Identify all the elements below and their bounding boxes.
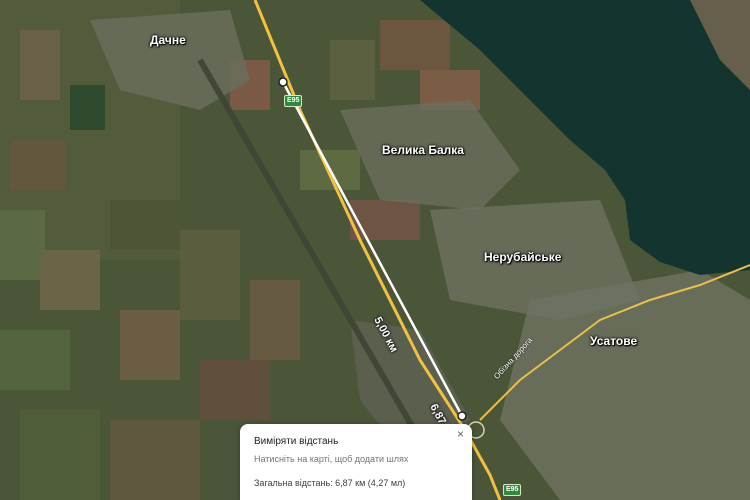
measure-start-point [278,77,288,87]
place-label-velyka-balka: Велика Балка [382,143,464,157]
total-distance-text: Загальна відстань: 6,87 км (4,27 мл) [254,478,406,488]
place-label-nerubaiske: Нерубайське [484,250,562,264]
card-title: Виміряти відстань [254,436,339,447]
measure-end-point [457,411,467,421]
place-label-dachne: Дачне [150,33,186,47]
road-shield-e95: E95 [284,95,303,107]
card-hint: Натисніть на карті, щоб додати шлях [254,454,409,464]
road-shield-e95-bottom: E95 [503,484,522,496]
close-icon[interactable]: × [457,428,464,440]
measure-distance-card: × Виміряти відстань Натисніть на карті, … [240,424,472,500]
place-label-usatove: Усатове [590,334,638,348]
satellite-map[interactable]: Дачне Велика Балка Нерубайське Усатове E… [0,0,750,500]
